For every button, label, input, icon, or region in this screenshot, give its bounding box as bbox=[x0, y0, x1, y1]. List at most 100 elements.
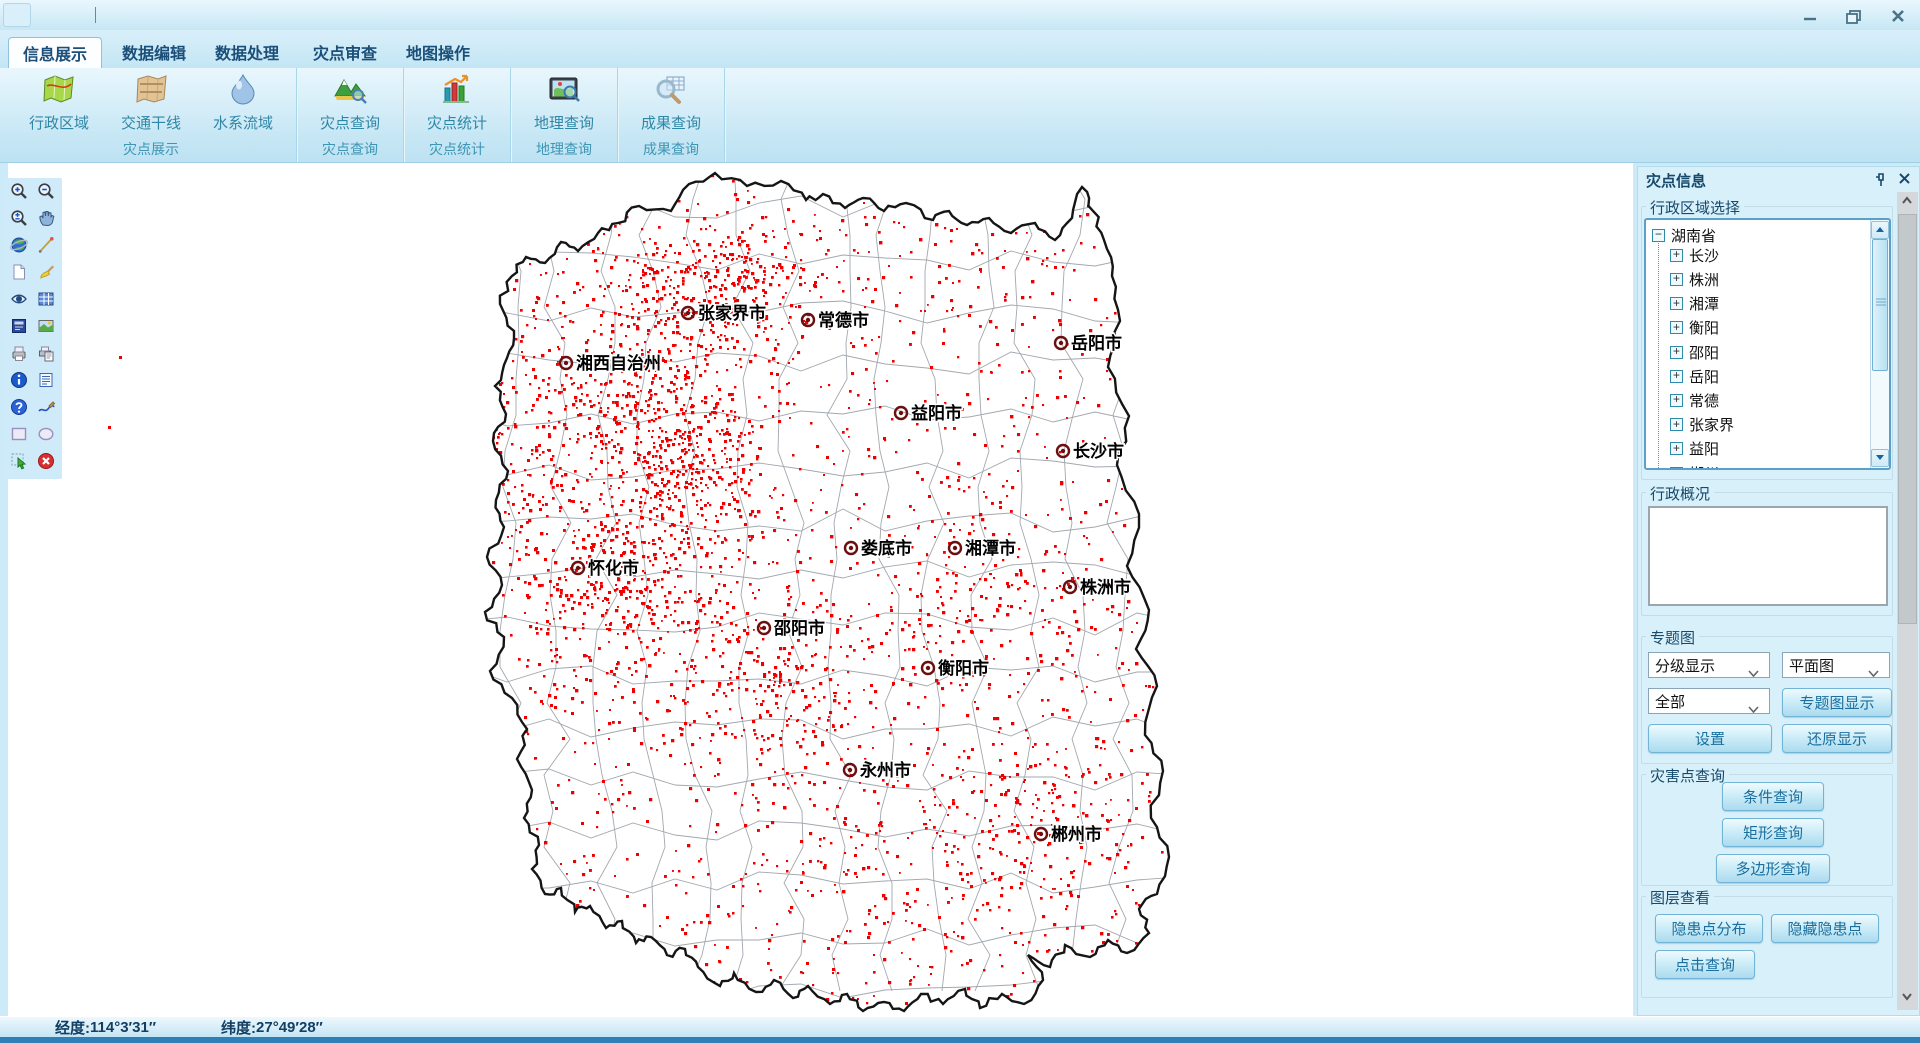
polygon-query-button[interactable]: 多边形查询 bbox=[1716, 854, 1830, 883]
tree-item-2[interactable]: +株洲 bbox=[1670, 268, 1719, 290]
rectangle-query-button[interactable]: 矩形查询 bbox=[1722, 818, 1824, 847]
delete-tool[interactable] bbox=[33, 450, 59, 477]
expand-icon[interactable]: + bbox=[1670, 346, 1683, 359]
expand-icon[interactable]: + bbox=[1670, 442, 1683, 455]
scope-select[interactable]: 全部 bbox=[1648, 688, 1770, 714]
reset-display-button[interactable]: 还原显示 bbox=[1782, 724, 1892, 753]
globe-tool[interactable] bbox=[6, 234, 32, 261]
tree-item-10[interactable]: +郴州 bbox=[1670, 462, 1719, 470]
ribbon-button-water-drop[interactable]: 水系流域 bbox=[200, 70, 286, 136]
scroll-down-icon[interactable] bbox=[1900, 989, 1914, 1008]
printer-tool[interactable] bbox=[6, 342, 32, 369]
ellipse-select-tool[interactable] bbox=[33, 423, 59, 450]
panel-close-icon[interactable] bbox=[1898, 172, 1912, 191]
blank-page-tool[interactable] bbox=[6, 261, 32, 288]
ribbon-button-bar-chart[interactable]: 灾点统计 bbox=[414, 70, 500, 136]
zoom-out-icon bbox=[36, 181, 56, 206]
pointer-select-tool[interactable] bbox=[6, 450, 32, 477]
expand-icon[interactable]: + bbox=[1670, 273, 1683, 286]
tree-item-label: 邵阳 bbox=[1689, 342, 1719, 363]
tree-scrollbar[interactable] bbox=[1870, 220, 1889, 468]
ribbon-button-map-search[interactable]: 地理查询 bbox=[521, 70, 607, 136]
map-canvas[interactable]: 张家界市常德市岳阳市湘西自治州益阳市长沙市娄底市湘潭市怀化市株洲市邵阳市衡阳市永… bbox=[8, 163, 1633, 1016]
settings-button[interactable]: 设置 bbox=[1648, 724, 1772, 753]
rectangle-select-tool[interactable] bbox=[6, 423, 32, 450]
plane-map-select[interactable]: 平面图 bbox=[1782, 652, 1890, 678]
ribbon-button-traffic-map[interactable]: 交通干线 bbox=[108, 70, 194, 136]
classification-select[interactable]: 分级显示 bbox=[1648, 652, 1770, 678]
grid-table-tool[interactable] bbox=[33, 288, 59, 315]
condition-query-button[interactable]: 条件查询 bbox=[1722, 782, 1824, 811]
document-tool[interactable] bbox=[33, 369, 59, 396]
tab-4[interactable]: 灾点审查 bbox=[299, 37, 391, 67]
tree-item-root[interactable]: −湖南省 bbox=[1652, 224, 1716, 246]
tree-item-8[interactable]: +张家界 bbox=[1670, 414, 1734, 436]
scrollbar-thumb[interactable] bbox=[1898, 214, 1917, 624]
province-map[interactable]: 张家界市常德市岳阳市湘西自治州益阳市长沙市娄底市湘潭市怀化市株洲市邵阳市衡阳市永… bbox=[8, 163, 1633, 1016]
click-query-button[interactable]: 点击查询 bbox=[1655, 950, 1755, 979]
tree-item-6[interactable]: +岳阳 bbox=[1670, 365, 1719, 387]
close-button[interactable] bbox=[1884, 6, 1912, 26]
hide-hazard-button[interactable]: 隐藏隐患点 bbox=[1771, 914, 1879, 943]
expand-icon[interactable]: + bbox=[1670, 297, 1683, 310]
tree-scroll-down-icon[interactable] bbox=[1871, 449, 1889, 467]
overview-textbox[interactable] bbox=[1648, 506, 1888, 606]
pan-hand-tool[interactable] bbox=[33, 207, 59, 234]
tree-item-3[interactable]: +湘潭 bbox=[1670, 293, 1719, 315]
printer-icon bbox=[9, 343, 29, 368]
delete-icon bbox=[36, 451, 56, 476]
restore-button[interactable] bbox=[1840, 6, 1868, 26]
tree-item-4[interactable]: +衡阳 bbox=[1670, 317, 1719, 339]
map-image-tool[interactable] bbox=[33, 315, 59, 342]
tree-item-5[interactable]: + 邵阳 bbox=[1670, 341, 1719, 363]
zoom-out-tool[interactable] bbox=[33, 180, 59, 207]
ribbon-button-label: 行政区域 bbox=[29, 112, 89, 133]
help-tool[interactable] bbox=[6, 396, 32, 423]
region-select-legend: 行政区域选择 bbox=[1646, 197, 1744, 218]
ribbon-button-region-map[interactable]: 行政区域 bbox=[16, 70, 102, 136]
expand-icon[interactable]: + bbox=[1670, 418, 1683, 431]
expand-icon[interactable]: + bbox=[1670, 370, 1683, 383]
ribbon-button-label: 灾点统计 bbox=[427, 112, 487, 133]
status-bar: 经度: 114°3′31″ 纬度: 27°49′28″ bbox=[0, 1016, 1920, 1038]
tab-1[interactable]: 信息展示 bbox=[8, 37, 102, 68]
minimize-button[interactable] bbox=[1796, 6, 1824, 26]
ribbon-tab-row: 信息展示数据编辑数据处理灾点审查地图操作 bbox=[0, 30, 1920, 69]
info-icon bbox=[9, 370, 29, 395]
expand-icon[interactable]: + bbox=[1670, 394, 1683, 407]
tree-item-7[interactable]: +常德 bbox=[1670, 389, 1719, 411]
hazard-distribution-button[interactable]: 隐患点分布 bbox=[1655, 914, 1763, 943]
freehand-draw-tool[interactable] bbox=[33, 396, 59, 423]
tree-item-label: 长沙 bbox=[1689, 245, 1719, 266]
tree-item-9[interactable]: +益阳 bbox=[1670, 438, 1719, 460]
expand-icon[interactable]: + bbox=[1670, 249, 1683, 262]
zoom-in-tool[interactable] bbox=[6, 180, 32, 207]
tree-scrollbar-thumb[interactable] bbox=[1872, 239, 1888, 371]
ribbon-button-result-search[interactable]: 成果查询 bbox=[628, 70, 714, 136]
tab-5[interactable]: 地图操作 bbox=[392, 37, 484, 67]
expand-icon[interactable]: + bbox=[1670, 467, 1683, 471]
ribbon-group-1: 行政区域交通干线水系流域灾点展示 bbox=[6, 68, 297, 162]
tree-item-1[interactable]: + 长沙 bbox=[1670, 244, 1719, 266]
info-tool[interactable] bbox=[6, 369, 32, 396]
print-preview-tool[interactable] bbox=[33, 342, 59, 369]
expand-icon[interactable]: + bbox=[1670, 321, 1683, 334]
collapse-icon[interactable]: − bbox=[1652, 229, 1665, 242]
document-icon bbox=[36, 370, 56, 395]
pin-icon[interactable] bbox=[1872, 172, 1886, 193]
thematic-show-button[interactable]: 专题图显示 bbox=[1782, 688, 1892, 717]
svg-text:常德市: 常德市 bbox=[818, 310, 869, 330]
scroll-up-icon[interactable] bbox=[1900, 194, 1914, 213]
brush-tool[interactable] bbox=[33, 261, 59, 288]
tab-2[interactable]: 数据编辑 bbox=[108, 37, 200, 67]
tree-scroll-up-icon[interactable] bbox=[1871, 221, 1889, 239]
zoom-range-tool[interactable] bbox=[6, 207, 32, 234]
measure-pin-tool[interactable] bbox=[33, 234, 59, 261]
eye-tool[interactable] bbox=[6, 288, 32, 315]
panel-scrollbar[interactable] bbox=[1897, 192, 1918, 1010]
quick-access-toolbar[interactable] bbox=[3, 3, 31, 27]
ribbon-button-mountain-search[interactable]: 灾点查询 bbox=[307, 70, 393, 136]
tab-3[interactable]: 数据处理 bbox=[201, 37, 293, 67]
legend-window-tool[interactable] bbox=[6, 315, 32, 342]
layer-view-legend: 图层查看 bbox=[1646, 887, 1714, 908]
